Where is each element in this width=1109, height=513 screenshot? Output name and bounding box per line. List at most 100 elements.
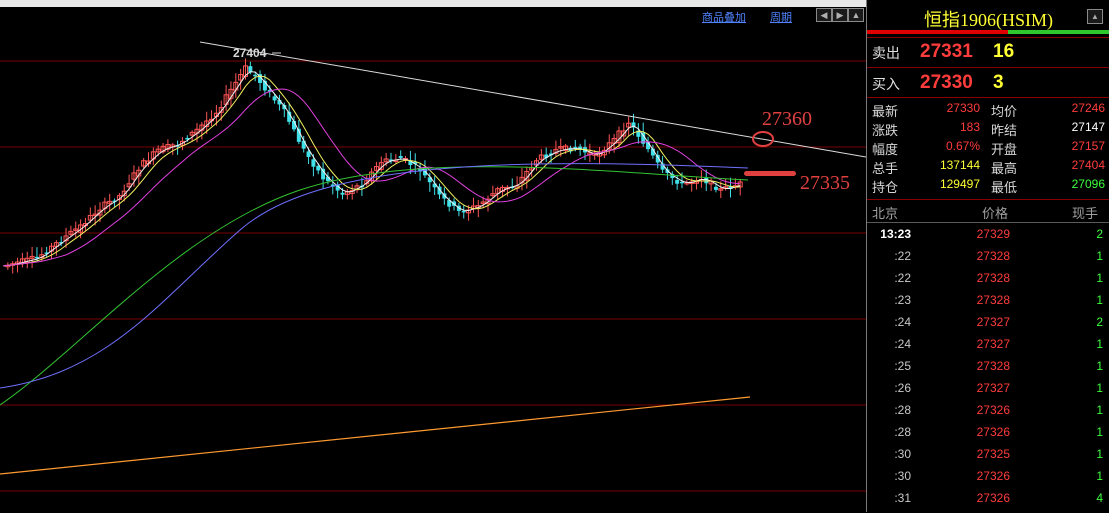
stat-value: 27246 xyxy=(1071,101,1105,115)
ask-volume: 16 xyxy=(993,41,1015,62)
tick-price: 27326 xyxy=(976,491,1010,505)
candle-down xyxy=(675,180,680,184)
stat-value: 27404 xyxy=(1071,158,1105,172)
tick-price: 27327 xyxy=(976,337,1010,351)
annotation-27335: 27335 xyxy=(800,172,850,194)
stat-value: 27147 xyxy=(1071,120,1105,134)
tick-row: :23 27328 1 xyxy=(867,293,1109,315)
stat-label: 均价 xyxy=(991,104,1018,119)
ticks-header-price: 价格 xyxy=(982,206,1009,221)
tick-time: :31 xyxy=(894,491,911,505)
stat-value: 27330 xyxy=(946,101,980,115)
tick-volume: 1 xyxy=(1096,271,1103,285)
stat-label: 开盘 xyxy=(991,142,1018,157)
tick-volume: 1 xyxy=(1096,293,1103,307)
tick-volume: 1 xyxy=(1096,337,1103,351)
tick-price: 27328 xyxy=(976,271,1010,285)
tick-time: :30 xyxy=(894,469,911,483)
tick-price: 27326 xyxy=(976,403,1010,417)
tick-time: :28 xyxy=(894,425,911,439)
arrow-left-box-icon[interactable]: ◀ xyxy=(816,8,832,22)
tick-price: 27326 xyxy=(976,425,1010,439)
tick-volume: 1 xyxy=(1096,359,1103,373)
bid-label: 买入 xyxy=(872,76,900,92)
tick-volume: 2 xyxy=(1096,227,1103,241)
tick-row: :28 27326 1 xyxy=(867,403,1109,425)
divider xyxy=(867,97,1109,98)
candle-down xyxy=(253,74,258,77)
stat-label: 持仓 xyxy=(872,180,899,195)
tick-time: :26 xyxy=(894,381,911,395)
chart-canvas[interactable]: 27404 xyxy=(0,0,866,512)
overlay-commodity-link[interactable]: 商品叠加 xyxy=(702,9,746,25)
tick-time: :24 xyxy=(894,337,911,351)
tick-volume: 4 xyxy=(1096,491,1103,505)
tick-volume: 1 xyxy=(1096,447,1103,461)
tick-price: 27327 xyxy=(976,315,1010,329)
candle-down xyxy=(680,181,684,184)
bid-price: 27330 xyxy=(920,72,973,93)
ticks-header-time: 北京 xyxy=(872,206,899,221)
stat-value: 27096 xyxy=(1071,177,1105,191)
tick-time: :22 xyxy=(894,249,911,263)
tick-row: :24 27327 2 xyxy=(867,315,1109,337)
candle-down xyxy=(461,210,466,213)
annotation-27360: 27360 xyxy=(762,108,812,130)
tick-row: :25 27328 1 xyxy=(867,359,1109,381)
ask-price: 27331 xyxy=(920,41,973,62)
annotation-dash xyxy=(744,171,796,176)
tick-row: :22 27328 1 xyxy=(867,249,1109,271)
candle-down xyxy=(248,66,253,73)
tick-price: 27327 xyxy=(976,381,1010,395)
tick-volume: 1 xyxy=(1096,403,1103,417)
tick-price: 27328 xyxy=(976,293,1010,307)
tick-price: 27326 xyxy=(976,469,1010,483)
stat-label: 昨结 xyxy=(991,123,1018,138)
stat-label: 最新 xyxy=(872,104,899,119)
tick-time: 13:23 xyxy=(880,227,911,241)
arrow-right-box-icon[interactable]: ▶ xyxy=(832,8,848,22)
tick-volume: 1 xyxy=(1096,469,1103,483)
tick-row: :28 27326 1 xyxy=(867,425,1109,447)
bid-volume: 3 xyxy=(993,72,1004,93)
tick-time: :25 xyxy=(894,359,911,373)
tick-volume: 2 xyxy=(1096,315,1103,329)
tick-volume: 1 xyxy=(1096,249,1103,263)
contract-title: 恒指1906(HSIM) xyxy=(924,10,1053,30)
tick-row: :30 27325 1 xyxy=(867,447,1109,469)
tick-volume: 1 xyxy=(1096,425,1103,439)
candle-down xyxy=(311,159,316,167)
stat-value: 0.67% xyxy=(945,139,980,153)
divider xyxy=(867,222,1109,223)
tick-row: :31 27326 4 xyxy=(867,491,1109,513)
tick-time: :28 xyxy=(894,403,911,417)
high-price-marker: 27404 xyxy=(233,46,267,60)
scroll-up-icon[interactable]: ▲ xyxy=(1087,9,1103,24)
stat-label: 幅度 xyxy=(872,142,899,157)
ask-label: 卖出 xyxy=(872,45,900,61)
stat-label: 涨跌 xyxy=(872,123,899,138)
candlestick-chart-panel[interactable]: 27404 商品叠加 周期 ◀ ▶ ▲ 27360 27335 xyxy=(0,0,866,512)
candle-down xyxy=(713,186,718,190)
tick-price: 27329 xyxy=(976,227,1010,241)
divider xyxy=(867,199,1109,200)
ma-line-orange xyxy=(0,396,751,475)
candle-down xyxy=(398,156,403,158)
tick-volume: 1 xyxy=(1096,381,1103,395)
title-stripe-green xyxy=(1008,30,1109,34)
stat-value: 27157 xyxy=(1071,139,1105,153)
tick-price: 27328 xyxy=(976,359,1010,373)
arrow-up-box-icon[interactable]: ▲ xyxy=(848,8,864,22)
tick-row: :22 27328 1 xyxy=(867,271,1109,293)
stat-value: 183 xyxy=(959,120,980,134)
candle-down xyxy=(340,192,345,195)
stat-label: 最低 xyxy=(991,180,1018,195)
candle-down xyxy=(301,140,306,149)
ma-line-blue xyxy=(0,163,749,389)
stat-label: 最高 xyxy=(991,161,1018,176)
period-link[interactable]: 周期 xyxy=(770,9,792,25)
tick-row: :26 27327 1 xyxy=(867,381,1109,403)
ticks-header-vol: 现手 xyxy=(1072,206,1099,221)
stat-value: 137144 xyxy=(939,158,980,172)
tick-row: :24 27327 1 xyxy=(867,337,1109,359)
